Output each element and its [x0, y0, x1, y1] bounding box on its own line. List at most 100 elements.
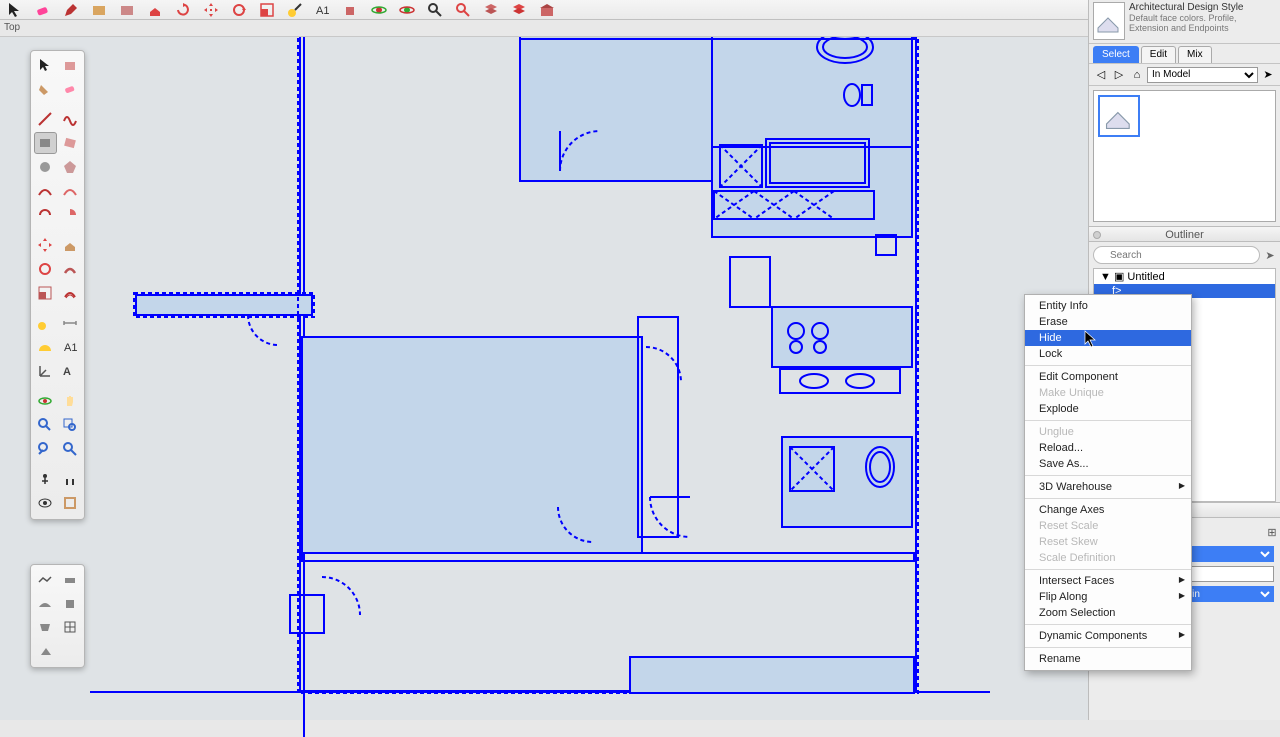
move-icon[interactable]: [200, 1, 222, 19]
layers-stack-icon[interactable]: [480, 1, 502, 19]
outliner-root-node[interactable]: ▼ ▣ Untitled: [1094, 269, 1275, 284]
sandbox-detail-tool[interactable]: [59, 616, 82, 638]
eraser-tool[interactable]: [59, 78, 82, 100]
scale-tool[interactable]: [34, 282, 57, 304]
circle-tool[interactable]: [34, 156, 57, 178]
outliner-search-input[interactable]: [1093, 246, 1260, 264]
nav-back-icon[interactable]: ◁: [1093, 67, 1109, 83]
polygon-tool[interactable]: [59, 156, 82, 178]
nav-fwd-icon[interactable]: ▷: [1111, 67, 1127, 83]
line-tool[interactable]: [34, 108, 57, 130]
zoom-tool[interactable]: [34, 414, 57, 436]
style-navigation: ◁ ▷ ⌂ In Model ➤: [1089, 64, 1280, 86]
select-tool[interactable]: [34, 54, 57, 76]
text-icon[interactable]: A1: [312, 1, 334, 19]
axes-tool[interactable]: [34, 360, 57, 382]
3dtext-tool[interactable]: A: [59, 360, 82, 382]
rotate-tool[interactable]: [34, 258, 57, 280]
outliner-menu-icon[interactable]: ➤: [1264, 246, 1276, 264]
ctx-save-as[interactable]: Save As...: [1025, 456, 1191, 472]
followme-tool[interactable]: [59, 258, 82, 280]
tape-measure-icon[interactable]: [284, 1, 306, 19]
sandbox-smoove-tool[interactable]: [34, 592, 57, 614]
arc-tool[interactable]: [34, 180, 57, 202]
sandbox-flip-tool[interactable]: [34, 640, 58, 662]
outliner-close-icon[interactable]: [1093, 231, 1101, 239]
pie-tool[interactable]: [59, 204, 82, 226]
scale-icon[interactable]: [256, 1, 278, 19]
sandbox-contours-tool[interactable]: [34, 568, 57, 590]
paint-bucket-icon[interactable]: [116, 1, 138, 19]
zoom-icon[interactable]: [424, 1, 446, 19]
zoom-prev-tool[interactable]: [34, 438, 57, 460]
dimension-tool[interactable]: [59, 312, 82, 334]
paint-can-icon[interactable]: [340, 1, 362, 19]
rotated-rect-tool[interactable]: [59, 132, 82, 154]
ctx-reload[interactable]: Reload...: [1025, 440, 1191, 456]
orbit-red-icon[interactable]: [368, 1, 390, 19]
ctx-flip[interactable]: Flip Along: [1025, 589, 1191, 605]
ctx-3d-warehouse[interactable]: 3D Warehouse: [1025, 479, 1191, 495]
ctx-lock[interactable]: Lock: [1025, 346, 1191, 362]
push-pull-icon[interactable]: [144, 1, 166, 19]
sandbox-scratch-tool[interactable]: [59, 568, 82, 590]
ctx-explode[interactable]: Explode: [1025, 401, 1191, 417]
tab-select[interactable]: Select: [1093, 46, 1139, 63]
pushpull-tool[interactable]: [59, 234, 82, 256]
style-thumb-1[interactable]: [1098, 95, 1140, 137]
style-thumbnail[interactable]: [1093, 2, 1125, 40]
ctx-intersect[interactable]: Intersect Faces: [1025, 573, 1191, 589]
text-tool[interactable]: A1: [59, 336, 82, 358]
zoom-window-tool[interactable]: [59, 414, 82, 436]
tape-tool[interactable]: [34, 312, 57, 334]
ctx-change-axes[interactable]: Change Axes: [1025, 502, 1191, 518]
ctx-rename[interactable]: Rename: [1025, 651, 1191, 667]
outliner-header: Outliner: [1089, 226, 1280, 242]
sandbox-stamp-tool[interactable]: [59, 592, 82, 614]
position-camera-tool[interactable]: [34, 468, 57, 490]
pan-tool[interactable]: [59, 390, 82, 412]
look-tool[interactable]: [34, 492, 57, 514]
offset-tool[interactable]: [59, 282, 82, 304]
style-thumbnails[interactable]: [1093, 90, 1276, 222]
protractor-tool[interactable]: [34, 336, 57, 358]
section-tool[interactable]: [59, 492, 82, 514]
tool-palette: A1 A: [30, 50, 85, 520]
ctx-erase[interactable]: Erase: [1025, 314, 1191, 330]
style-title: Architectural Design Style: [1129, 2, 1276, 13]
pencil-icon[interactable]: [60, 1, 82, 19]
ctx-entity-info[interactable]: Entity Info: [1025, 298, 1191, 314]
ctx-scale-def: Scale Definition: [1025, 550, 1191, 566]
rectangle-tool[interactable]: [34, 132, 57, 154]
zoom-extents-icon[interactable]: [452, 1, 474, 19]
layers-red-icon[interactable]: [508, 1, 530, 19]
rotate-icon[interactable]: [228, 1, 250, 19]
style-location-select[interactable]: In Model: [1147, 67, 1258, 83]
nav-home-icon[interactable]: ⌂: [1129, 67, 1145, 83]
ctx-edit-component[interactable]: Edit Component: [1025, 369, 1191, 385]
eraser-pink-icon[interactable]: [32, 1, 54, 19]
tab-edit[interactable]: Edit: [1141, 46, 1176, 63]
zoom-extents-tool[interactable]: [59, 438, 82, 460]
sandbox-drape-tool[interactable]: [34, 616, 57, 638]
ctx-dynamic-components[interactable]: Dynamic Components: [1025, 628, 1191, 644]
paint-folder-icon[interactable]: [88, 1, 110, 19]
ctx-zoom-selection[interactable]: Zoom Selection: [1025, 605, 1191, 621]
ctx-hide[interactable]: Hide: [1025, 330, 1191, 346]
undo-icon[interactable]: [172, 1, 194, 19]
select-cursor-icon[interactable]: [4, 1, 26, 19]
warehouse-icon[interactable]: [536, 1, 558, 19]
component-tool[interactable]: [59, 54, 82, 76]
nav-send-icon[interactable]: ➤: [1260, 67, 1276, 83]
freehand-tool[interactable]: [59, 108, 82, 130]
drawing-canvas[interactable]: [0, 36, 1088, 720]
arc3-tool[interactable]: [34, 204, 57, 226]
entity-pin-icon[interactable]: ⊞: [1264, 524, 1280, 540]
move-tool[interactable]: [34, 234, 57, 256]
arc2-tool[interactable]: [59, 180, 82, 202]
orbit-tool[interactable]: [34, 390, 57, 412]
paint-tool[interactable]: [34, 78, 57, 100]
tab-mix[interactable]: Mix: [1178, 46, 1212, 63]
orbit-green-icon[interactable]: [396, 1, 418, 19]
walk-tool[interactable]: [59, 468, 82, 490]
